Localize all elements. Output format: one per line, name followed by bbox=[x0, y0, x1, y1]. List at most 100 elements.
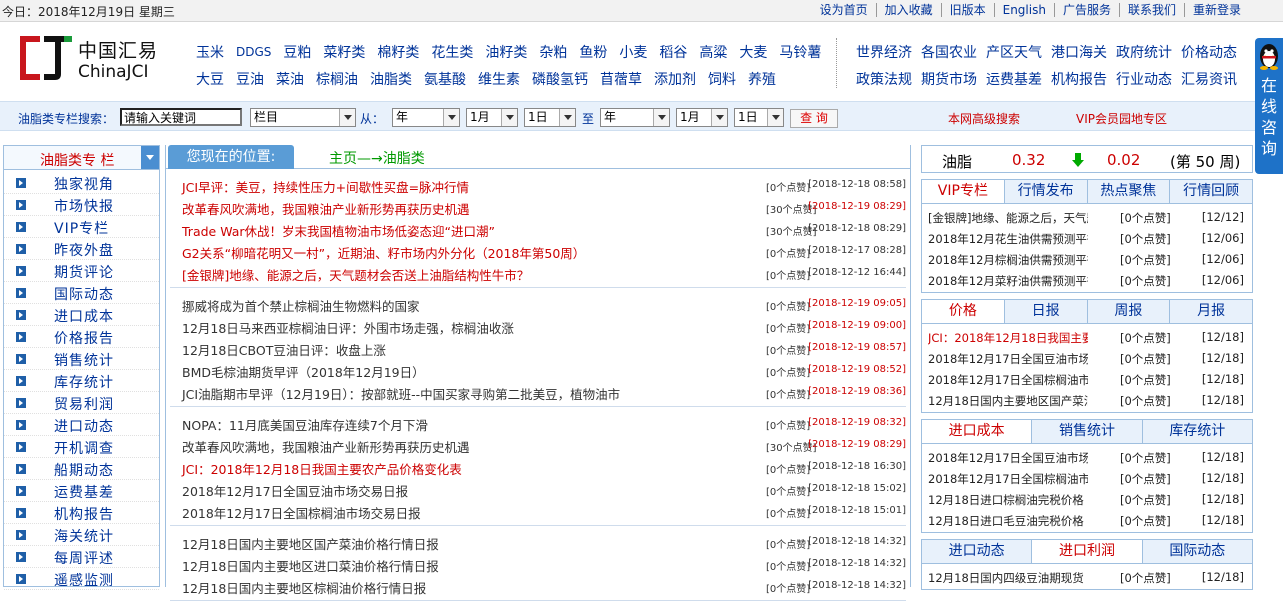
right-item-title-link[interactable]: 2018年12月17日全国棕榈油市场交易日报 bbox=[928, 372, 1088, 388]
right-tab[interactable]: 热点聚焦 bbox=[1086, 180, 1170, 203]
nav-link[interactable]: DDGS bbox=[236, 45, 271, 59]
ad-service-link[interactable]: 广告服务 bbox=[1053, 3, 1119, 17]
nav-link[interactable]: 杂粕 bbox=[539, 42, 567, 62]
right-tab[interactable]: 价格 bbox=[922, 300, 1004, 323]
sidebar-item[interactable]: 机构报告 bbox=[4, 502, 159, 524]
site-logo[interactable]: 中国汇易 ChinaJCI bbox=[18, 32, 168, 88]
right-tab[interactable]: 周报 bbox=[1086, 300, 1170, 323]
keyword-input[interactable] bbox=[120, 108, 242, 126]
sidebar-item[interactable]: 进口动态 bbox=[4, 414, 159, 436]
relogin-link[interactable]: 重新登录 bbox=[1183, 3, 1249, 17]
right-tab[interactable]: 库存统计 bbox=[1141, 420, 1252, 443]
nav-link[interactable]: 政策法规 bbox=[856, 69, 912, 89]
right-item-title-link[interactable]: 2018年12月菜籽油供需预测平衡表 bbox=[928, 273, 1088, 289]
sidebar-collapse-icon[interactable] bbox=[141, 146, 159, 169]
sidebar-item[interactable]: 销售统计 bbox=[4, 348, 159, 370]
news-title-link[interactable]: G2关系“柳暗花明又一村”，近期油、籽市场内外分化（2018年第50周） bbox=[182, 243, 585, 262]
sidebar-item[interactable]: 海关统计 bbox=[4, 524, 159, 546]
right-item-title-link[interactable]: 2018年12月花生油供需预测平衡表 bbox=[928, 231, 1088, 247]
news-title-link[interactable]: JCI：2018年12月18日我国主要农产品价格变化表 bbox=[182, 459, 462, 478]
right-tab[interactable]: VIP专栏 bbox=[922, 180, 1004, 203]
add-favorite-link[interactable]: 加入收藏 bbox=[875, 3, 941, 17]
right-tab[interactable]: 进口动态 bbox=[922, 540, 1031, 563]
sidebar-item[interactable]: 市场快报 bbox=[4, 194, 159, 216]
right-tab[interactable]: 行情回顾 bbox=[1169, 180, 1252, 203]
news-title-link[interactable]: JCI油脂期市早评（12月19日）：按部就班--中国买家寻购第二批美豆，植物油市 bbox=[182, 384, 620, 403]
query-button[interactable]: 查 询 bbox=[790, 109, 838, 128]
nav-link[interactable]: 氨基酸 bbox=[424, 69, 466, 89]
old-version-link[interactable]: 旧版本 bbox=[940, 3, 994, 17]
nav-link[interactable]: 大豆 bbox=[196, 69, 224, 89]
sidebar-item[interactable]: 库存统计 bbox=[4, 370, 159, 392]
right-tab[interactable]: 日报 bbox=[1003, 300, 1087, 323]
nav-link[interactable]: 高粱 bbox=[699, 42, 727, 62]
sidebar-item[interactable]: 运费基差 bbox=[4, 480, 159, 502]
right-tab[interactable]: 国际动态 bbox=[1141, 540, 1252, 563]
news-title-link[interactable]: 改革春风吹满地，我国粮油产业新形势再获历史机遇 bbox=[182, 199, 470, 218]
sidebar-item[interactable]: 进口成本 bbox=[4, 304, 159, 326]
right-item-title-link[interactable]: 12月18日国内主要地区国产菜油价格 bbox=[928, 393, 1088, 409]
breadcrumb[interactable]: 主页—→油脂类 bbox=[329, 148, 425, 168]
sidebar-item[interactable]: 昨夜外盘 bbox=[4, 238, 159, 260]
sidebar-item[interactable]: 独家视角 bbox=[4, 172, 159, 194]
right-item-title-link[interactable]: JCI：2018年12月18日我国主要农产品 bbox=[928, 330, 1088, 346]
nav-link[interactable]: 行业动态 bbox=[1116, 69, 1172, 89]
news-title-link[interactable]: 挪威将成为首个禁止棕榈油生物燃料的国家 bbox=[182, 296, 420, 315]
sidebar-item[interactable]: VIP专栏 bbox=[4, 216, 159, 238]
nav-link[interactable]: 产区天气 bbox=[986, 42, 1042, 62]
news-title-link[interactable]: 12月18日国内主要地区棕榈油价格行情日报 bbox=[182, 578, 426, 597]
nav-link[interactable]: 饲料 bbox=[708, 69, 736, 89]
right-tab[interactable]: 月报 bbox=[1169, 300, 1252, 323]
nav-link[interactable]: 世界经济 bbox=[856, 42, 912, 62]
nav-link[interactable]: 玉米 bbox=[196, 42, 224, 62]
nav-link[interactable]: 菜油 bbox=[276, 69, 304, 89]
sidebar-item[interactable]: 船期动态 bbox=[4, 458, 159, 480]
sidebar-item[interactable]: 价格报告 bbox=[4, 326, 159, 348]
nav-link[interactable]: 棕榈油 bbox=[316, 69, 358, 89]
nav-link[interactable]: 磷酸氢钙 bbox=[532, 69, 588, 89]
right-tab[interactable]: 销售统计 bbox=[1031, 420, 1141, 443]
right-item-title-link[interactable]: 2018年12月17日全国豆油市场交易日报 bbox=[928, 351, 1088, 367]
from-year-select[interactable]: 年 bbox=[392, 108, 460, 127]
right-item-title-link[interactable]: 2018年12月棕榈油供需预测平衡表 bbox=[928, 252, 1088, 268]
sidebar-item[interactable]: 国际动态 bbox=[4, 282, 159, 304]
from-month-select[interactable]: 1月 bbox=[466, 108, 518, 127]
to-month-select[interactable]: 1月 bbox=[676, 108, 728, 127]
sidebar-item[interactable]: 每周评述 bbox=[4, 546, 159, 568]
online-consult-tab[interactable]: 在线咨询 bbox=[1255, 38, 1283, 174]
nav-link[interactable]: 港口海关 bbox=[1051, 42, 1107, 62]
english-link[interactable]: English bbox=[993, 3, 1054, 17]
nav-link[interactable]: 机构报告 bbox=[1051, 69, 1107, 89]
news-title-link[interactable]: BMD毛棕油期货早评（2018年12月19日） bbox=[182, 362, 425, 381]
column-select[interactable]: 栏目 bbox=[250, 108, 356, 127]
nav-link[interactable]: 菜籽类 bbox=[323, 42, 365, 62]
from-day-select[interactable]: 1日 bbox=[524, 108, 576, 127]
news-title-link[interactable]: [金银牌]地缘、能源之后，天气题材会否送上油脂结构性牛市？ bbox=[182, 265, 529, 284]
nav-link[interactable]: 汇易资讯 bbox=[1181, 69, 1237, 89]
right-tab[interactable]: 行情发布 bbox=[1003, 180, 1087, 203]
news-title-link[interactable]: 2018年12月17日全国棕榈油市场交易日报 bbox=[182, 503, 421, 522]
news-title-link[interactable]: 12月18日CBOT豆油日评：收盘上涨 bbox=[182, 340, 386, 359]
nav-link[interactable]: 价格动态 bbox=[1181, 42, 1237, 62]
set-homepage-link[interactable]: 设为首页 bbox=[812, 3, 876, 17]
nav-link[interactable]: 运费基差 bbox=[986, 69, 1042, 89]
right-item-title-link[interactable]: 12月18日进口毛豆油完税价格 bbox=[928, 513, 1088, 529]
nav-link[interactable]: 添加剂 bbox=[654, 69, 696, 89]
nav-link[interactable]: 豆粕 bbox=[283, 42, 311, 62]
right-item-title-link[interactable]: 12月18日国内四级豆油期现货 bbox=[928, 570, 1088, 586]
right-tab[interactable]: 进口利润 bbox=[1031, 540, 1142, 563]
right-item-title-link[interactable]: 2018年12月17日全国豆油市场交易日报 bbox=[928, 450, 1088, 466]
news-title-link[interactable]: NOPA：11月底美国豆油库存连续7个月下滑 bbox=[182, 415, 428, 434]
news-title-link[interactable]: 12月18日国内主要地区国产菜油价格行情日报 bbox=[182, 534, 439, 553]
nav-link[interactable]: 豆油 bbox=[236, 69, 264, 89]
nav-link[interactable]: 花生类 bbox=[431, 42, 473, 62]
news-title-link[interactable]: JCI早评：美豆，持续性压力+间歇性买盘=脉冲行情 bbox=[182, 177, 469, 196]
nav-link[interactable]: 苜蓿草 bbox=[600, 69, 642, 89]
nav-link[interactable]: 油脂类 bbox=[370, 69, 412, 89]
news-title-link[interactable]: 2018年12月17日全国豆油市场交易日报 bbox=[182, 481, 408, 500]
right-item-title-link[interactable]: 12月18日进口棕榈油完税价格 bbox=[928, 492, 1088, 508]
nav-link[interactable]: 马铃薯 bbox=[779, 42, 821, 62]
nav-link[interactable]: 维生素 bbox=[478, 69, 520, 89]
nav-link[interactable]: 大麦 bbox=[739, 42, 767, 62]
nav-link[interactable]: 鱼粉 bbox=[579, 42, 607, 62]
